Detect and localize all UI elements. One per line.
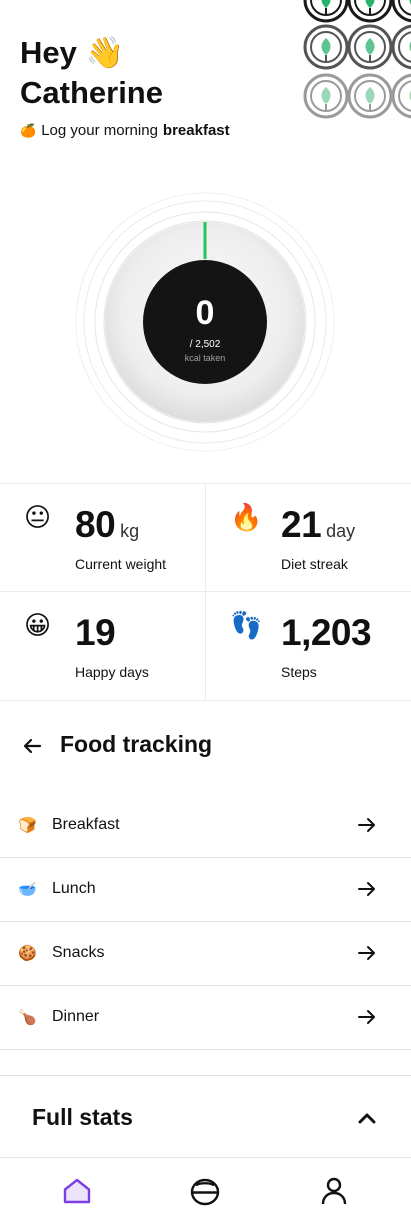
- stat-label: Happy days: [75, 664, 149, 680]
- fire-icon: 🔥: [230, 502, 263, 532]
- arrow-left-icon[interactable]: [20, 734, 44, 758]
- home-icon[interactable]: [62, 1176, 92, 1206]
- stat-value: 1,203: [281, 612, 372, 653]
- meal-label: Snacks: [52, 944, 105, 961]
- meal-row-dinner[interactable]: 🍗 Dinner: [0, 986, 411, 1050]
- meal-reminder[interactable]: 🍊 Log your morning breakfast: [20, 122, 230, 139]
- food-tracking-title: Food tracking: [60, 731, 213, 757]
- bottom-nav: [0, 1157, 411, 1222]
- stat-unit: kg: [120, 521, 140, 541]
- profile-icon[interactable]: [319, 1176, 349, 1206]
- reminder-text: Log your morning: [41, 122, 158, 139]
- meal-label: Breakfast: [52, 816, 120, 833]
- arrow-right-icon[interactable]: [356, 942, 378, 964]
- neutral-face-icon: 😐: [24, 502, 52, 532]
- grinning-face-icon: 😀: [24, 610, 52, 640]
- bowl-food-icon: 🥣: [18, 881, 37, 898]
- meal-row-breakfast[interactable]: 🍞 Breakfast: [0, 794, 411, 858]
- arrow-right-icon[interactable]: [356, 1006, 378, 1028]
- stat-label: Diet streak: [281, 556, 348, 572]
- greeting-hey: Hey: [20, 35, 77, 70]
- stat-unit: day: [326, 521, 356, 541]
- section-divider: [0, 1075, 411, 1076]
- stat-label: Current weight: [75, 556, 167, 572]
- orange-emoji-icon: 🍊: [20, 122, 37, 138]
- greeting-name: Catherine: [20, 75, 163, 110]
- greeting-title: Hey 👋 Catherine: [20, 33, 280, 113]
- stat-value: 80 kg: [75, 504, 140, 545]
- arrow-right-icon[interactable]: [356, 878, 378, 900]
- stat-label: Steps: [281, 664, 317, 680]
- stat-value: 19: [75, 612, 116, 653]
- wave-emoji-icon: 👋: [85, 35, 125, 70]
- bread-icon: 🍞: [18, 817, 37, 834]
- calorie-goal: / 2,502: [190, 339, 221, 350]
- leaf-pattern-decoration: [300, 0, 411, 125]
- reminder-meal: breakfast: [162, 122, 230, 139]
- stat-current-weight[interactable]: 😐 80 kg Current weight: [0, 484, 205, 591]
- meal-label: Lunch: [52, 880, 96, 897]
- drumstick-icon: 🍗: [18, 1009, 37, 1026]
- stats-grid: 😐 80 kg Current weight 🔥 21 day Diet strea…: [0, 483, 411, 701]
- stat-value: 21 day: [281, 504, 356, 545]
- calorie-ring[interactable]: 0 / 2,502 kcal taken: [75, 192, 335, 452]
- cookie-icon: 🍪: [18, 945, 37, 962]
- stat-diet-streak[interactable]: 🔥 21 day Diet streak: [206, 484, 411, 591]
- full-stats-title[interactable]: Full stats: [32, 1104, 133, 1131]
- stat-steps[interactable]: 👣 1,203 Steps: [206, 592, 411, 699]
- meal-label: Dinner: [52, 1008, 100, 1025]
- arrow-right-icon[interactable]: [356, 814, 378, 836]
- meal-row-lunch[interactable]: 🥣 Lunch: [0, 858, 411, 922]
- stat-happy-days[interactable]: 😀 19 Happy days: [0, 592, 205, 699]
- calorie-value: 0: [196, 294, 215, 332]
- chevron-up-icon[interactable]: [356, 1108, 378, 1128]
- meal-row-snacks[interactable]: 🍪 Snacks: [0, 922, 411, 986]
- calorie-caption: kcal taken: [185, 353, 226, 363]
- bowl-icon[interactable]: [190, 1176, 220, 1206]
- footprints-icon: 👣: [230, 610, 263, 640]
